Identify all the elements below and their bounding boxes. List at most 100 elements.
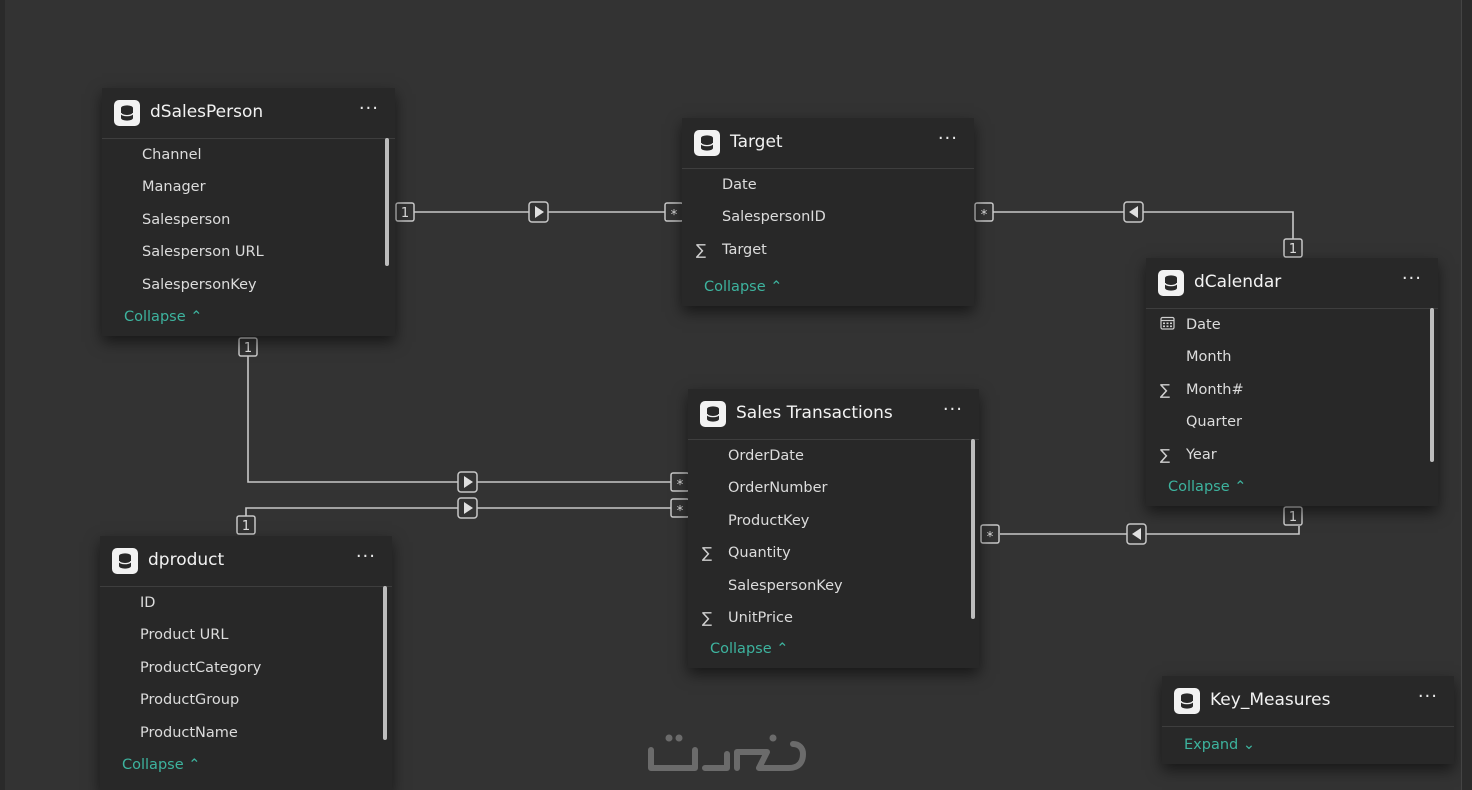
sigma-icon: ∑ — [702, 544, 713, 562]
field-row[interactable]: Salesperson — [102, 205, 395, 237]
field-row[interactable]: ProductGroup — [100, 685, 392, 717]
database-icon — [112, 548, 138, 574]
more-options-button[interactable]: ··· — [938, 128, 958, 149]
field-row[interactable]: ProductKey — [688, 506, 979, 538]
field-row[interactable]: Date — [682, 170, 974, 202]
table-header[interactable]: dSalesPerson ··· — [102, 88, 395, 139]
table-header[interactable]: dCalendar ··· — [1146, 258, 1438, 309]
table-card-dproduct[interactable]: dproduct ··· ID Product URL ProductCateg… — [100, 536, 392, 790]
chevron-up-icon: ⌃ — [1234, 479, 1247, 495]
field-name: ProductName — [140, 725, 238, 741]
field-name: OrderDate — [728, 448, 804, 464]
field-row[interactable]: ID — [100, 588, 392, 620]
more-options-button[interactable]: ··· — [1418, 686, 1438, 707]
field-name: Salesperson — [142, 212, 231, 228]
cardinality-one-label: 1 — [1289, 242, 1297, 257]
database-icon — [700, 401, 726, 427]
rel-salesperson-sales — [247, 356, 671, 483]
field-row[interactable]: ∑ Target — [682, 235, 974, 267]
field-row[interactable]: ∑ Quantity — [688, 538, 979, 570]
field-row[interactable]: ∑ Year — [1146, 440, 1438, 472]
collapse-button[interactable]: Collapse ⌃ — [122, 757, 200, 773]
field-name: OrderNumber — [728, 480, 828, 496]
field-name: Month — [1186, 349, 1232, 365]
collapse-button[interactable]: Collapse ⌃ — [704, 279, 782, 295]
field-row[interactable]: Channel — [102, 140, 395, 172]
table-title: Target — [730, 132, 783, 152]
collapse-button[interactable]: Collapse ⌃ — [1168, 479, 1246, 495]
cardinality-one-label: 1 — [244, 341, 252, 356]
field-row[interactable]: Salesperson URL — [102, 237, 395, 269]
table-card-sales-transactions[interactable]: Sales Transactions ··· OrderDate OrderNu… — [688, 389, 979, 668]
field-name: Year — [1186, 447, 1217, 463]
filter-direction-right-icon — [528, 201, 549, 223]
rel-calendar-sales — [1000, 526, 1300, 535]
field-row[interactable]: ProductName — [100, 718, 392, 750]
field-row[interactable]: SalespersonID — [682, 202, 974, 234]
sigma-icon: ∑ — [696, 241, 707, 259]
field-row[interactable]: Quarter — [1146, 407, 1438, 439]
chevron-down-icon: ⌄ — [1242, 737, 1255, 753]
scrollbar[interactable] — [971, 439, 975, 619]
field-name: Product URL — [140, 627, 229, 643]
table-header[interactable]: Key_Measures ··· — [1162, 676, 1454, 727]
sigma-icon: ∑ — [1160, 381, 1171, 399]
cardinality-many-label: * — [677, 478, 684, 493]
field-row[interactable]: Product URL — [100, 620, 392, 652]
field-name: Date — [722, 177, 757, 193]
cardinality-one-label: 1 — [401, 206, 409, 221]
database-icon — [1174, 688, 1200, 714]
cardinality-one-label: 1 — [242, 519, 250, 534]
field-name: ProductCategory — [140, 660, 262, 676]
table-card-dcalendar[interactable]: dCalendar ··· Date Month ∑ Month# Quarter… — [1146, 258, 1438, 506]
filter-direction-left-icon — [1123, 201, 1144, 223]
database-icon — [1158, 270, 1184, 296]
field-name: ProductGroup — [140, 692, 240, 708]
cardinality-many-label: * — [671, 208, 678, 223]
collapse-button[interactable]: Collapse ⌃ — [124, 309, 202, 325]
cardinality-many-label: * — [987, 530, 994, 545]
table-header[interactable]: Target ··· — [682, 118, 974, 169]
cardinality-one-label: 1 — [1289, 510, 1297, 525]
cardinality-many-label: * — [677, 504, 684, 519]
field-row[interactable]: Date — [1146, 310, 1438, 342]
field-name: SalespersonID — [722, 209, 826, 225]
field-name: Quantity — [728, 545, 791, 561]
field-row[interactable]: ∑ UnitPrice — [688, 603, 979, 635]
table-card-target[interactable]: Target ··· Date SalespersonID ∑ Target Co… — [682, 118, 974, 306]
table-title: dSalesPerson — [150, 102, 264, 122]
field-row[interactable]: Month — [1146, 342, 1438, 374]
table-header[interactable]: dproduct ··· — [100, 536, 392, 587]
field-row[interactable]: ProductCategory — [100, 653, 392, 685]
field-name: Target — [722, 242, 767, 258]
table-header[interactable]: Sales Transactions ··· — [688, 389, 979, 440]
field-row[interactable]: SalespersonKey — [102, 270, 395, 302]
field-name: Salesperson URL — [142, 244, 264, 260]
calendar-icon — [1160, 316, 1175, 334]
field-row[interactable]: OrderDate — [688, 441, 979, 473]
filter-direction-left-icon — [1126, 523, 1147, 545]
table-card-dsalesperson[interactable]: dSalesPerson ··· Channel Manager Salespe… — [102, 88, 395, 336]
scrollbar[interactable] — [383, 586, 387, 740]
field-row[interactable]: ∑ Month# — [1146, 375, 1438, 407]
model-canvas[interactable]: 1 * * 1 1 1 * * * 1 dSalesPerson ··· Cha… — [0, 0, 1472, 790]
chevron-up-icon: ⌃ — [776, 641, 789, 657]
scrollbar[interactable] — [385, 138, 389, 266]
table-card-key-measures[interactable]: Key_Measures ··· Expand ⌄ — [1162, 676, 1454, 764]
field-row[interactable]: Manager — [102, 172, 395, 204]
more-options-button[interactable]: ··· — [943, 399, 963, 420]
more-options-button[interactable]: ··· — [359, 98, 379, 119]
more-options-button[interactable]: ··· — [1402, 268, 1422, 289]
expand-button[interactable]: Expand ⌄ — [1184, 737, 1255, 753]
cardinality-many-label: * — [981, 208, 988, 223]
collapse-button[interactable]: Collapse ⌃ — [710, 641, 788, 657]
field-row[interactable]: OrderNumber — [688, 473, 979, 505]
scrollbar[interactable] — [1430, 308, 1434, 462]
table-title: dproduct — [148, 550, 225, 570]
field-name: UnitPrice — [728, 610, 793, 626]
more-options-button[interactable]: ··· — [356, 546, 376, 567]
field-name: SalespersonKey — [142, 277, 257, 293]
filter-direction-right-icon — [457, 471, 478, 493]
field-name: Channel — [142, 147, 202, 163]
field-row[interactable]: SalespersonKey — [688, 571, 979, 603]
